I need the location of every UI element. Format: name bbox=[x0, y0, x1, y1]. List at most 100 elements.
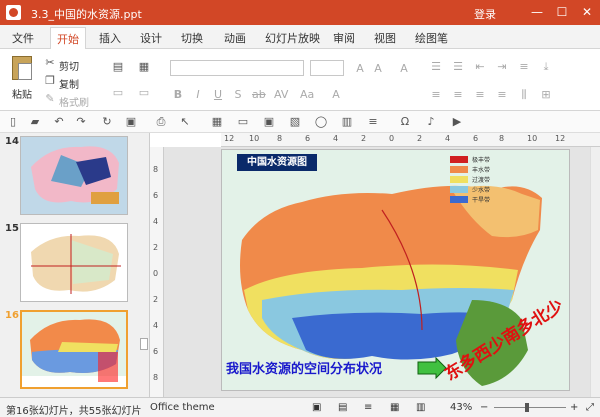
zoom-level[interactable]: 43% bbox=[450, 402, 472, 413]
tab-insert[interactable]: 插入 bbox=[99, 30, 121, 46]
zoom-slider[interactable] bbox=[494, 407, 566, 408]
ruler-tick: 4 bbox=[153, 217, 159, 226]
paste-button[interactable]: 粘贴 bbox=[8, 54, 38, 104]
text-direction-icon[interactable]: ⤓ bbox=[540, 61, 552, 73]
tab-file[interactable]: 文件 bbox=[12, 30, 34, 46]
clear-format-icon[interactable]: A bbox=[398, 63, 410, 75]
align-left-icon[interactable]: ≡ bbox=[430, 89, 442, 101]
zoom-slider-thumb[interactable] bbox=[525, 403, 529, 412]
font-color-icon[interactable]: A bbox=[330, 89, 342, 101]
tab-animations[interactable]: 动画 bbox=[224, 30, 246, 46]
smartart-icon[interactable]: ⊞ bbox=[540, 89, 552, 101]
powerpoint-icon bbox=[6, 5, 21, 20]
symbol-icon[interactable]: Ω bbox=[398, 115, 412, 129]
copy-button[interactable]: 复制 bbox=[59, 76, 79, 91]
increase-font-icon[interactable]: A bbox=[354, 63, 366, 75]
shapes-icon[interactable]: ◯ bbox=[314, 115, 328, 129]
window-title: 3.3_中国的水资源.ppt bbox=[31, 8, 142, 21]
tab-pen[interactable]: 绘图笔 bbox=[415, 30, 448, 46]
shadow-icon[interactable]: S bbox=[232, 89, 244, 101]
textbox-icon[interactable]: ▭ bbox=[236, 115, 250, 129]
tab-review[interactable]: 审阅 bbox=[333, 30, 355, 46]
picture-add-icon[interactable]: ▧ bbox=[288, 115, 302, 129]
maximize-button[interactable]: ☐ bbox=[550, 1, 574, 23]
normal-view-icon[interactable]: ▦ bbox=[390, 402, 399, 413]
new-file-icon[interactable]: ▯ bbox=[6, 115, 20, 129]
ruler-tick: 2 bbox=[153, 243, 159, 252]
reset-icon[interactable]: ▭ bbox=[112, 87, 124, 99]
slide-thumbnail-15[interactable] bbox=[20, 223, 128, 302]
chart-icon[interactable]: ▥ bbox=[340, 115, 354, 129]
new-slide-icon[interactable]: ▤ bbox=[112, 61, 124, 73]
undo-icon[interactable]: ↶ bbox=[52, 115, 66, 129]
tab-design[interactable]: 设计 bbox=[140, 30, 162, 46]
title-bar: 3.3_中国的水资源.ppt 登录 — ☐ ✕ bbox=[0, 0, 600, 25]
line-spacing-icon[interactable]: ≡ bbox=[518, 61, 530, 73]
decrease-font-icon[interactable]: A bbox=[372, 63, 384, 75]
strikethrough-icon[interactable]: ab bbox=[252, 89, 266, 101]
ruler-tick: 12 bbox=[555, 134, 566, 143]
columns-icon[interactable]: ⫼ bbox=[518, 89, 530, 101]
fit-icon[interactable]: ⤢ bbox=[586, 402, 594, 413]
align-icon[interactable]: ≡ bbox=[366, 115, 380, 129]
sound-icon[interactable]: ♪ bbox=[424, 115, 438, 129]
quick-access-toolbar: ▯ ▰ ↶ ↷ ↻ ▣ ⎙ ↖ ▦ ▭ ▣ ▧ ◯ ▥ ≡ Ω ♪ ▶ bbox=[0, 111, 600, 133]
current-slide[interactable]: 中国水资源图 极丰带 丰水带 过渡带 少水带 干旱带 我国水资源的空间分布状况 … bbox=[221, 149, 570, 391]
vertical-scrollbar[interactable] bbox=[590, 147, 600, 397]
zoom-out-icon[interactable]: − bbox=[480, 402, 488, 413]
slide-number: 14 bbox=[5, 136, 19, 147]
bold-icon[interactable]: B bbox=[172, 89, 184, 101]
cut-button[interactable]: 剪切 bbox=[59, 58, 79, 73]
case-icon[interactable]: Aa bbox=[300, 89, 314, 101]
save-icon[interactable]: ▣ bbox=[124, 115, 138, 129]
paste-icon bbox=[12, 56, 32, 80]
tab-transitions[interactable]: 切换 bbox=[181, 30, 203, 46]
panel-scrollbar-thumb[interactable] bbox=[140, 338, 148, 350]
close-button[interactable]: ✕ bbox=[575, 1, 599, 23]
table-icon[interactable]: ▦ bbox=[210, 115, 224, 129]
slideshow-view-icon[interactable]: ▣ bbox=[312, 402, 321, 413]
format-painter-button[interactable]: 格式刷 bbox=[59, 94, 89, 109]
tab-home[interactable]: 开始 bbox=[50, 27, 86, 50]
open-folder-icon[interactable]: ▰ bbox=[28, 115, 42, 129]
slide-14-preview bbox=[21, 137, 127, 214]
spacing-icon[interactable]: AV bbox=[274, 89, 288, 101]
ruler-tick: 8 bbox=[499, 134, 505, 143]
redo-icon[interactable]: ↷ bbox=[74, 115, 88, 129]
justify-icon[interactable]: ≡ bbox=[496, 89, 508, 101]
video-icon[interactable]: ▶ bbox=[450, 115, 464, 129]
notes-icon[interactable]: ▤ bbox=[338, 402, 347, 413]
align-center-icon[interactable]: ≡ bbox=[452, 89, 464, 101]
numbering-icon[interactable]: ☰ bbox=[452, 61, 464, 73]
slide-thumbnail-16[interactable] bbox=[20, 310, 128, 389]
sorter-view-icon[interactable]: ▥ bbox=[416, 402, 425, 413]
slide-thumbnail-14[interactable] bbox=[20, 136, 128, 215]
cursor-icon[interactable]: ↖ bbox=[178, 115, 192, 129]
reading-view-icon[interactable]: ≡ bbox=[364, 402, 372, 413]
theme-name: Office theme bbox=[150, 402, 215, 413]
picture-icon[interactable]: ▣ bbox=[262, 115, 276, 129]
ribbon: 粘贴 ✂ 剪切 ❐ 复制 ✎ 格式刷 ▤ ▦ ▭ ▭ A A A B I U S… bbox=[0, 49, 600, 111]
align-right-icon[interactable]: ≡ bbox=[474, 89, 486, 101]
font-family-select[interactable] bbox=[170, 60, 304, 76]
tab-view[interactable]: 视图 bbox=[374, 30, 396, 46]
copy-icon: ❐ bbox=[45, 74, 55, 87]
ruler-tick: 4 bbox=[333, 134, 339, 143]
zoom-in-icon[interactable]: + bbox=[570, 402, 578, 413]
section-icon[interactable]: ▭ bbox=[138, 87, 150, 99]
bullets-icon[interactable]: ☰ bbox=[430, 61, 442, 73]
decrease-indent-icon[interactable]: ⇤ bbox=[474, 61, 486, 73]
layout-icon[interactable]: ▦ bbox=[138, 61, 150, 73]
minimize-button[interactable]: — bbox=[525, 1, 549, 23]
print-icon[interactable]: ⎙ bbox=[154, 115, 168, 129]
repeat-icon[interactable]: ↻ bbox=[100, 115, 114, 129]
font-size-select[interactable] bbox=[310, 60, 344, 76]
ruler-tick: 4 bbox=[153, 321, 159, 330]
increase-indent-icon[interactable]: ⇥ bbox=[496, 61, 508, 73]
italic-icon[interactable]: I bbox=[192, 89, 204, 101]
underline-icon[interactable]: U bbox=[212, 89, 224, 101]
legend-item: 干旱带 bbox=[472, 197, 491, 204]
login-button[interactable]: 登录 bbox=[474, 6, 496, 22]
tab-slideshow[interactable]: 幻灯片放映 bbox=[265, 30, 320, 46]
ruler-tick: 6 bbox=[153, 347, 159, 356]
